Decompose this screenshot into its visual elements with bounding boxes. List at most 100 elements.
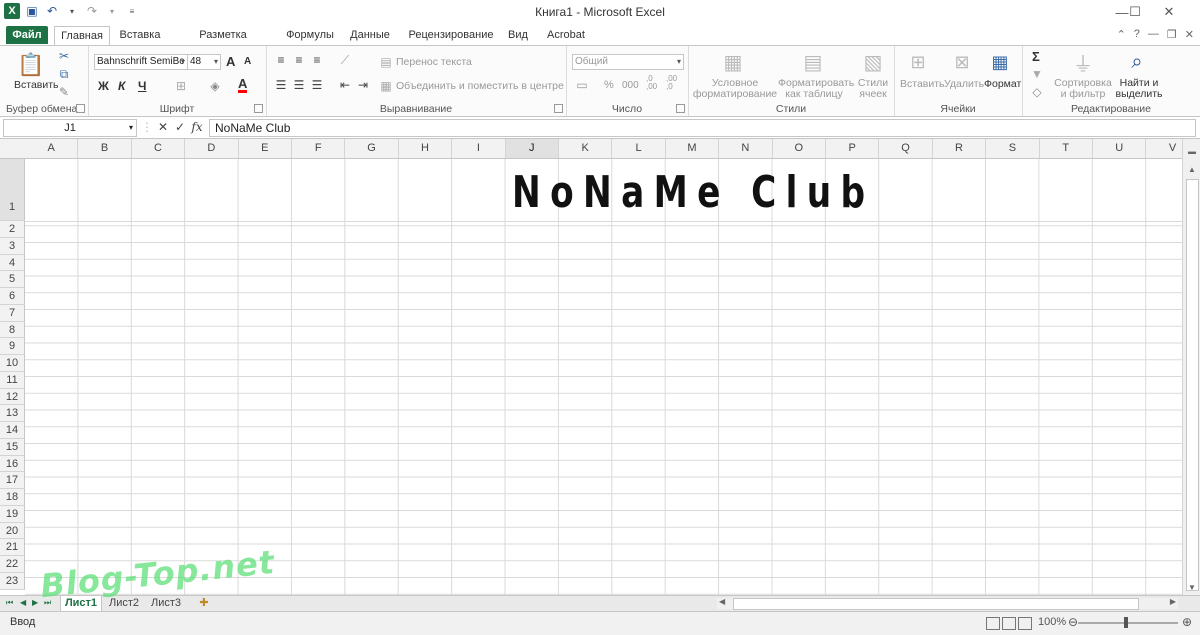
format-as-table-button[interactable]: Форматировать как таблицу	[778, 78, 854, 100]
align-bottom-icon[interactable]: ≡	[310, 53, 324, 67]
column-header-v[interactable]: V	[1146, 139, 1182, 158]
row-header-16[interactable]: 16	[0, 455, 25, 473]
column-header-p[interactable]: P	[826, 139, 880, 158]
doc-restore-icon[interactable]: ❐	[1167, 28, 1177, 41]
row-header-11[interactable]: 11	[0, 371, 25, 389]
scroll-left-icon[interactable]: ◀	[719, 597, 725, 606]
scroll-split-icon[interactable]: ▬	[1183, 143, 1200, 159]
row-header-19[interactable]: 19	[0, 505, 25, 523]
row-header-21[interactable]: 21	[0, 539, 25, 556]
row-header-2[interactable]: 2	[0, 221, 25, 238]
thousands-button[interactable]: 000	[622, 80, 639, 91]
column-header-d[interactable]: D	[185, 139, 239, 158]
maximize-icon[interactable]: ☐	[1119, 0, 1151, 24]
column-header-c[interactable]: C	[132, 139, 186, 158]
tab-file[interactable]: Файл	[6, 26, 48, 44]
vertical-scrollbar[interactable]: ▬ ▲ ▼	[1182, 139, 1200, 595]
column-header-l[interactable]: L	[612, 139, 666, 158]
scroll-down-icon[interactable]: ▼	[1183, 579, 1200, 595]
tab-review[interactable]: Рецензирование	[404, 26, 498, 44]
align-center-icon[interactable]: ☰	[292, 78, 306, 92]
row-header-3[interactable]: 3	[0, 237, 25, 255]
column-header-u[interactable]: U	[1093, 139, 1147, 158]
row-header-14[interactable]: 14	[0, 422, 25, 439]
font-size-select[interactable]: 48 ▾	[187, 54, 221, 70]
row-header-12[interactable]: 12	[0, 388, 25, 406]
minimize-ribbon-icon[interactable]: ⌃	[1117, 28, 1126, 41]
prev-sheet-icon[interactable]: ◀	[20, 598, 26, 607]
close-icon[interactable]: ✕	[1153, 0, 1185, 24]
align-middle-icon[interactable]: ≡	[292, 53, 306, 67]
row-header-4[interactable]: 4	[0, 254, 25, 272]
cell-area[interactable]	[25, 159, 1182, 595]
row-header-23[interactable]: 23	[0, 572, 25, 590]
find-select-button[interactable]: Найти и выделить	[1114, 78, 1164, 100]
underline-button[interactable]: Ч	[138, 79, 146, 93]
confirm-entry-icon[interactable]: ✓	[173, 119, 187, 135]
tab-home[interactable]: Главная	[54, 26, 110, 46]
tab-acrobat[interactable]: Acrobat	[542, 26, 590, 44]
tab-data[interactable]: Данные	[344, 26, 396, 44]
tab-formulas[interactable]: Формулы	[282, 26, 338, 44]
row-header-1[interactable]: 1	[0, 159, 25, 221]
wrap-text-button[interactable]: Перенос текста	[396, 56, 472, 68]
font-name-select[interactable]: Bahnschrift SemiBc ▾	[94, 54, 188, 70]
column-header-f[interactable]: F	[292, 139, 346, 158]
doc-minimize-icon[interactable]: —	[1148, 28, 1159, 41]
column-header-q[interactable]: Q	[879, 139, 933, 158]
number-format-select[interactable]: Общий ▾	[572, 54, 684, 70]
zoom-slider[interactable]	[1078, 622, 1178, 624]
increase-indent-icon[interactable]: ⇥	[356, 78, 370, 92]
sort-filter-button[interactable]: Сортировка и фильтр	[1052, 78, 1114, 100]
borders-icon[interactable]: ⊞	[174, 79, 188, 93]
name-box[interactable]: J1 ▾	[3, 119, 137, 137]
zoom-slider-thumb[interactable]	[1124, 617, 1128, 628]
column-header-b[interactable]: B	[78, 139, 132, 158]
column-header-g[interactable]: G	[345, 139, 399, 158]
page-break-view-icon[interactable]	[1018, 617, 1032, 630]
tab-insert[interactable]: Вставка	[112, 26, 168, 44]
tab-page-layout[interactable]: Разметка страницы	[174, 26, 272, 59]
insert-sheet-icon[interactable]: ✚	[194, 596, 214, 611]
decrease-decimal-button[interactable]: ,00 ,0	[666, 75, 677, 91]
paste-button[interactable]: Вставить	[14, 79, 59, 91]
insert-function-icon[interactable]: fx	[190, 119, 204, 135]
column-header-t[interactable]: T	[1040, 139, 1093, 158]
tab-view[interactable]: Вид	[504, 26, 532, 44]
cell-styles-button[interactable]: Стили ячеек	[854, 78, 892, 100]
row-header-18[interactable]: 18	[0, 489, 25, 506]
shrink-font-button[interactable]: A	[244, 56, 251, 67]
vertical-scroll-thumb[interactable]	[1186, 179, 1199, 591]
row-header-10[interactable]: 10	[0, 355, 25, 372]
help-icon[interactable]: ?	[1134, 28, 1140, 41]
scroll-up-icon[interactable]: ▲	[1183, 161, 1200, 177]
orientation-icon[interactable]: ⟋	[338, 53, 352, 67]
column-header-i[interactable]: I	[452, 139, 506, 158]
clear-icon[interactable]: ◇	[1030, 85, 1044, 99]
fill-color-icon[interactable]: ◈	[208, 79, 222, 93]
column-header-o[interactable]: O	[773, 139, 826, 158]
italic-button[interactable]: К	[118, 79, 125, 93]
delete-cells-button[interactable]: Удалить	[944, 78, 984, 90]
horizontal-scrollbar[interactable]: ◀ ▶	[717, 597, 1178, 610]
column-header-e[interactable]: E	[239, 139, 292, 158]
normal-view-icon[interactable]	[986, 617, 1000, 630]
decrease-indent-icon[interactable]: ⇤	[338, 78, 352, 92]
cell-j1-value[interactable]: NoNaMe Club	[512, 167, 874, 218]
font-launcher-icon[interactable]	[254, 104, 263, 113]
row-header-6[interactable]: 6	[0, 288, 25, 305]
autosum-button[interactable]: Σ	[1032, 49, 1040, 64]
format-cells-button[interactable]: Формат	[984, 78, 1021, 90]
column-header-h[interactable]: H	[399, 139, 453, 158]
column-header-a[interactable]: A	[25, 139, 79, 158]
zoom-out-icon[interactable]: ⊖	[1068, 615, 1078, 629]
merge-center-button[interactable]: Объединить и поместить в центре	[396, 80, 564, 92]
zoom-level[interactable]: 100%	[1038, 616, 1066, 628]
font-color-button[interactable]: A	[238, 77, 248, 93]
alignment-launcher-icon[interactable]	[554, 104, 563, 113]
sheet-tab-3[interactable]: Лист3	[146, 596, 186, 611]
row-header-9[interactable]: 9	[0, 338, 25, 355]
copy-icon[interactable]: ⧉	[58, 67, 70, 81]
column-header-k[interactable]: K	[559, 139, 613, 158]
next-sheet-icon[interactable]: ▶	[32, 598, 38, 607]
